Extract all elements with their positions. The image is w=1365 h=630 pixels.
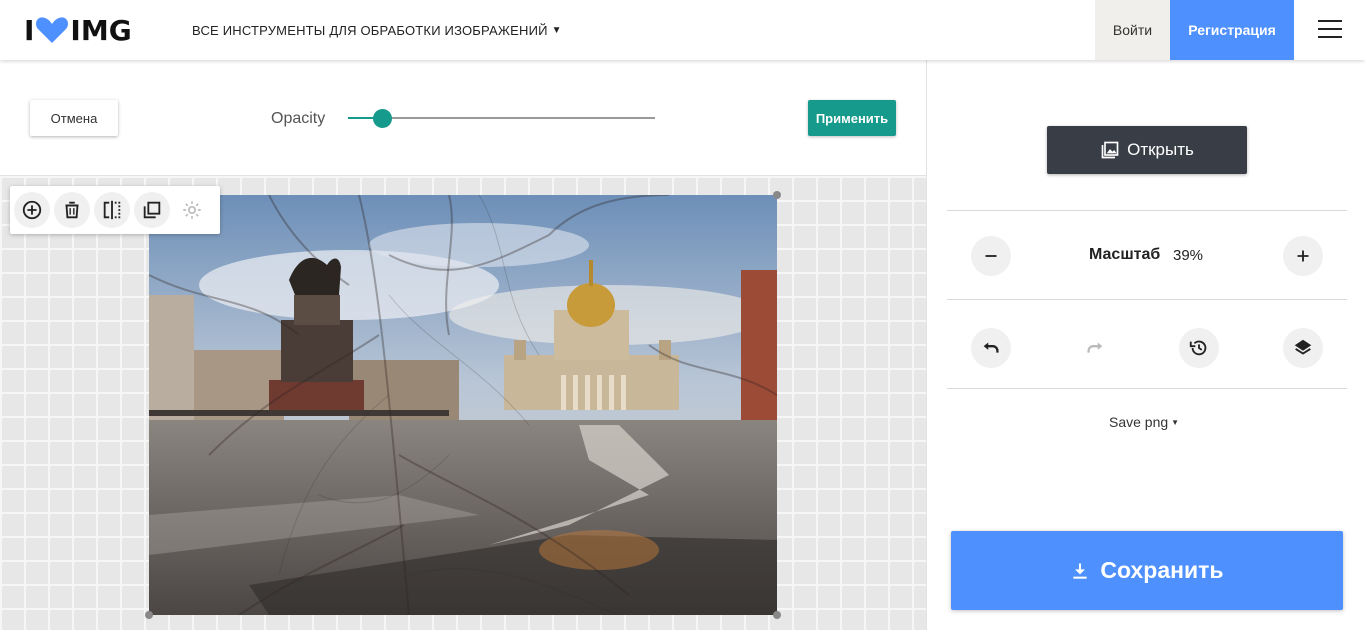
opacity-label: Opacity: [271, 110, 326, 127]
save-format-label: Save png: [1109, 414, 1169, 430]
editor-canvas[interactable]: [0, 176, 926, 630]
hamburger-menu-icon[interactable]: [1318, 20, 1342, 40]
slider-track: [348, 117, 655, 119]
slider-thumb[interactable]: [373, 109, 392, 128]
minus-icon: [985, 255, 997, 257]
zoom-out-button[interactable]: [971, 236, 1011, 276]
plus-icon: [1297, 250, 1309, 262]
all-tools-label: ВСЕ ИНСТРУМЕНТЫ ДЛЯ ОБРАБОТКИ ИЗОБРАЖЕНИ…: [192, 23, 548, 38]
cancel-button[interactable]: Отмена: [30, 100, 118, 136]
history-icon: [1189, 340, 1207, 356]
flip-layer-button[interactable]: [94, 192, 130, 228]
resize-handle-bottom-left[interactable]: [145, 611, 153, 619]
add-circle-icon: [22, 200, 42, 220]
download-icon: [1073, 563, 1088, 579]
right-sidebar: Открыть Масштаб 39% Save png ▼ Сохранить: [926, 60, 1365, 630]
zoom-label: Масштаб: [1089, 246, 1161, 263]
edited-photo[interactable]: [149, 195, 777, 615]
divider: [947, 210, 1347, 211]
zoom-value: 39%: [1173, 247, 1204, 264]
layer-actions-toolbar: [10, 186, 220, 234]
gear-icon: [183, 201, 201, 219]
save-label: Сохранить: [1100, 557, 1224, 583]
photo-illustration: [149, 195, 777, 615]
ilovimg-logo[interactable]: I IMG: [24, 13, 132, 47]
divider: [947, 299, 1347, 300]
logo-text: IMG: [70, 13, 132, 47]
open-label: Открыть: [1127, 140, 1194, 159]
register-button[interactable]: Регистрация: [1170, 0, 1294, 60]
duplicate-layer-button[interactable]: [134, 192, 170, 228]
logo-letter: I: [24, 13, 35, 47]
flip-icon: [103, 200, 121, 220]
undo-icon: [983, 342, 999, 353]
layers-icon: [1294, 339, 1312, 355]
divider: [947, 388, 1347, 389]
caret-down-icon: ▼: [1171, 417, 1180, 427]
undo-button[interactable]: [971, 328, 1011, 368]
apply-button[interactable]: Применить: [808, 100, 896, 136]
resize-handle-bottom-right[interactable]: [773, 611, 781, 619]
zoom-in-button[interactable]: [1283, 236, 1323, 276]
delete-layer-button[interactable]: [54, 192, 90, 228]
redo-button[interactable]: [1075, 328, 1115, 368]
save-button[interactable]: Сохранить: [951, 531, 1343, 610]
open-button[interactable]: Открыть: [1047, 126, 1247, 174]
duplicate-icon: [143, 201, 161, 219]
trash-icon: [65, 201, 79, 219]
all-tools-menu[interactable]: ВСЕ ИНСТРУМЕНТЫ ДЛЯ ОБРАБОТКИ ИЗОБРАЖЕНИ…: [192, 23, 562, 38]
add-layer-button[interactable]: [14, 192, 50, 228]
layers-button[interactable]: [1283, 328, 1323, 368]
image-gallery-icon: [1101, 141, 1119, 159]
opacity-slider[interactable]: [348, 108, 655, 128]
history-button[interactable]: [1179, 328, 1219, 368]
layer-toolbar: Отмена Opacity Применить: [0, 60, 926, 176]
save-format-dropdown[interactable]: Save png ▼: [1109, 414, 1179, 430]
resize-handle-top-right[interactable]: [773, 191, 781, 199]
login-button[interactable]: Войти: [1095, 0, 1170, 60]
caret-down-icon: ▼: [551, 25, 562, 36]
layer-settings-button[interactable]: [174, 192, 210, 228]
top-navbar: I IMG ВСЕ ИНСТРУМЕНТЫ ДЛЯ ОБРАБОТКИ ИЗОБ…: [0, 0, 1365, 60]
heart-icon: [36, 17, 69, 43]
redo-icon: [1087, 342, 1103, 353]
